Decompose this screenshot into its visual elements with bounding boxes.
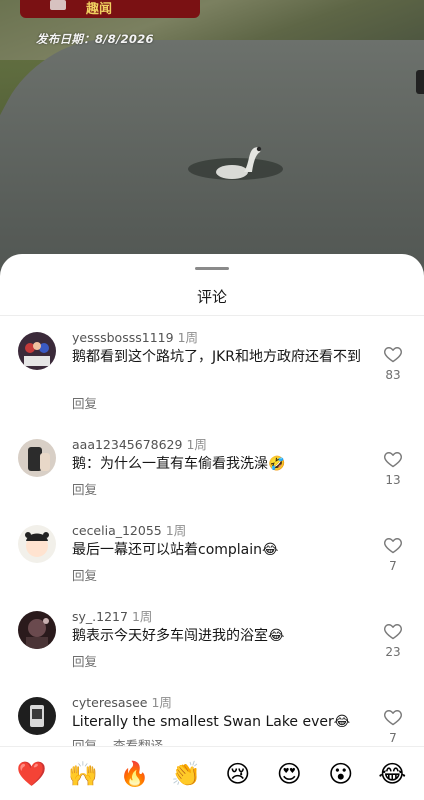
reply-button[interactable]: 回复 — [72, 654, 97, 669]
like-count: 13 — [385, 473, 401, 487]
comment-actions: 回复 — [72, 565, 113, 584]
comment-time: 1周 — [151, 695, 172, 710]
heart-outline-icon — [384, 347, 402, 363]
like-button[interactable]: 83 — [380, 344, 406, 382]
comment-username[interactable]: sy_.1217 1周 — [72, 606, 152, 625]
banner-text: 趣闻 — [86, 2, 113, 17]
avatar-image-icon — [18, 611, 56, 649]
like-count: 23 — [385, 645, 401, 659]
drag-handle[interactable] — [195, 267, 229, 270]
avatar[interactable] — [18, 332, 56, 370]
crying-emoji-button[interactable]: 😢 — [218, 754, 258, 794]
comment-time: 1周 — [165, 523, 187, 538]
username-text[interactable]: cecelia_12055 — [72, 523, 162, 538]
comment-item: cecelia_12055 1周 最后一幕还可以站着complain😂 回复 7 — [0, 517, 424, 603]
video-banner: 趣闻 — [20, 0, 200, 18]
heart-outline-icon — [384, 710, 402, 726]
avatar-image-icon — [18, 332, 56, 370]
comment-item: yesssbosss1119 1周 鹅都看到这个路坑了，JKR和地方政府还看不到 … — [0, 324, 424, 412]
comments-sheet: 评论 yesssbosss1119 1周 鹅都看到这个路坑了，JKR和地方政府还看… — [0, 254, 424, 800]
comment-username[interactable]: yesssbosss1119 1周 — [72, 327, 198, 346]
comment-text: Literally the smallest Swan Lake ever😂 — [72, 714, 351, 730]
username-text[interactable]: yesssbosss1119 — [72, 330, 174, 345]
comment-username[interactable]: cyteresasee 1周 — [72, 692, 172, 711]
comment-time: 1周 — [186, 437, 207, 452]
comment-item: sy_.1217 1周 鹅表示今天好多车闯进我的浴室😂 回复 23 — [0, 603, 424, 689]
clapping-emoji-button[interactable]: 👏 — [166, 754, 206, 794]
emoji-reaction-bar: ❤️ 🙌 🔥 👏 😢 😍 😮 😂 — [0, 746, 424, 800]
comment-text: 鹅：为什么一直有车偷看我洗澡🤣 — [72, 456, 286, 472]
like-count: 7 — [389, 559, 397, 573]
like-button[interactable]: 23 — [380, 621, 406, 659]
comment-text: 鹅都看到这个路坑了，JKR和地方政府还看不到 — [72, 349, 362, 365]
like-button[interactable]: 7 — [380, 707, 406, 745]
avatar[interactable] — [18, 439, 56, 477]
avatar[interactable] — [18, 525, 56, 563]
comment-item: aaa12345678629 1周 鹅：为什么一直有车偷看我洗澡🤣 回复 13 — [0, 431, 424, 517]
surprised-emoji-button[interactable]: 😮 — [321, 754, 361, 794]
avatar-image-icon — [18, 525, 56, 563]
comment-text: 鹅表示今天好多车闯进我的浴室😂 — [72, 628, 285, 644]
username-text[interactable]: aaa12345678629 — [72, 437, 182, 452]
heart-eyes-emoji-button[interactable]: 😍 — [269, 754, 309, 794]
reply-button[interactable]: 回复 — [72, 396, 97, 411]
like-count: 83 — [385, 368, 401, 382]
like-button[interactable]: 13 — [380, 449, 406, 487]
comment-username[interactable]: aaa12345678629 1周 — [72, 434, 207, 453]
username-text[interactable]: cyteresasee — [72, 695, 147, 710]
comment-time: 1周 — [177, 330, 199, 345]
comment-actions: 回复 — [72, 651, 113, 670]
banner-logo-icon — [50, 0, 66, 10]
divider — [0, 315, 424, 316]
avatar[interactable] — [18, 697, 56, 735]
laughing-emoji-button[interactable]: 😂 — [372, 754, 412, 794]
like-button[interactable]: 7 — [380, 535, 406, 573]
comment-text: 最后一幕还可以站着complain😂 — [72, 542, 279, 558]
reply-button[interactable]: 回复 — [72, 482, 97, 497]
car-edge — [416, 70, 424, 94]
comment-actions: 回复 — [72, 393, 113, 412]
avatar-image-icon — [18, 439, 56, 477]
username-text[interactable]: sy_.1217 — [72, 609, 128, 624]
heart-outline-icon — [384, 538, 402, 554]
swan-figure — [216, 146, 262, 179]
sheet-title: 评论 — [196, 288, 227, 306]
heart-outline-icon — [384, 452, 402, 468]
raising-hands-emoji-button[interactable]: 🙌 — [63, 754, 103, 794]
video-player[interactable]: 趣闻 发布日期：8/8/2026 — [0, 0, 424, 290]
publish-date: 发布日期：8/8/2026 — [36, 32, 154, 46]
comment-time: 1周 — [131, 609, 153, 624]
fire-emoji-button[interactable]: 🔥 — [115, 754, 155, 794]
reply-button[interactable]: 回复 — [72, 568, 97, 583]
comment-actions: 回复 — [72, 479, 113, 498]
avatar-image-icon — [18, 697, 56, 735]
heart-outline-icon — [384, 624, 402, 640]
like-count: 7 — [389, 731, 397, 745]
comment-username[interactable]: cecelia_12055 1周 — [72, 520, 186, 539]
avatar[interactable] — [18, 611, 56, 649]
heart-emoji-button[interactable]: ❤️ — [12, 754, 52, 794]
